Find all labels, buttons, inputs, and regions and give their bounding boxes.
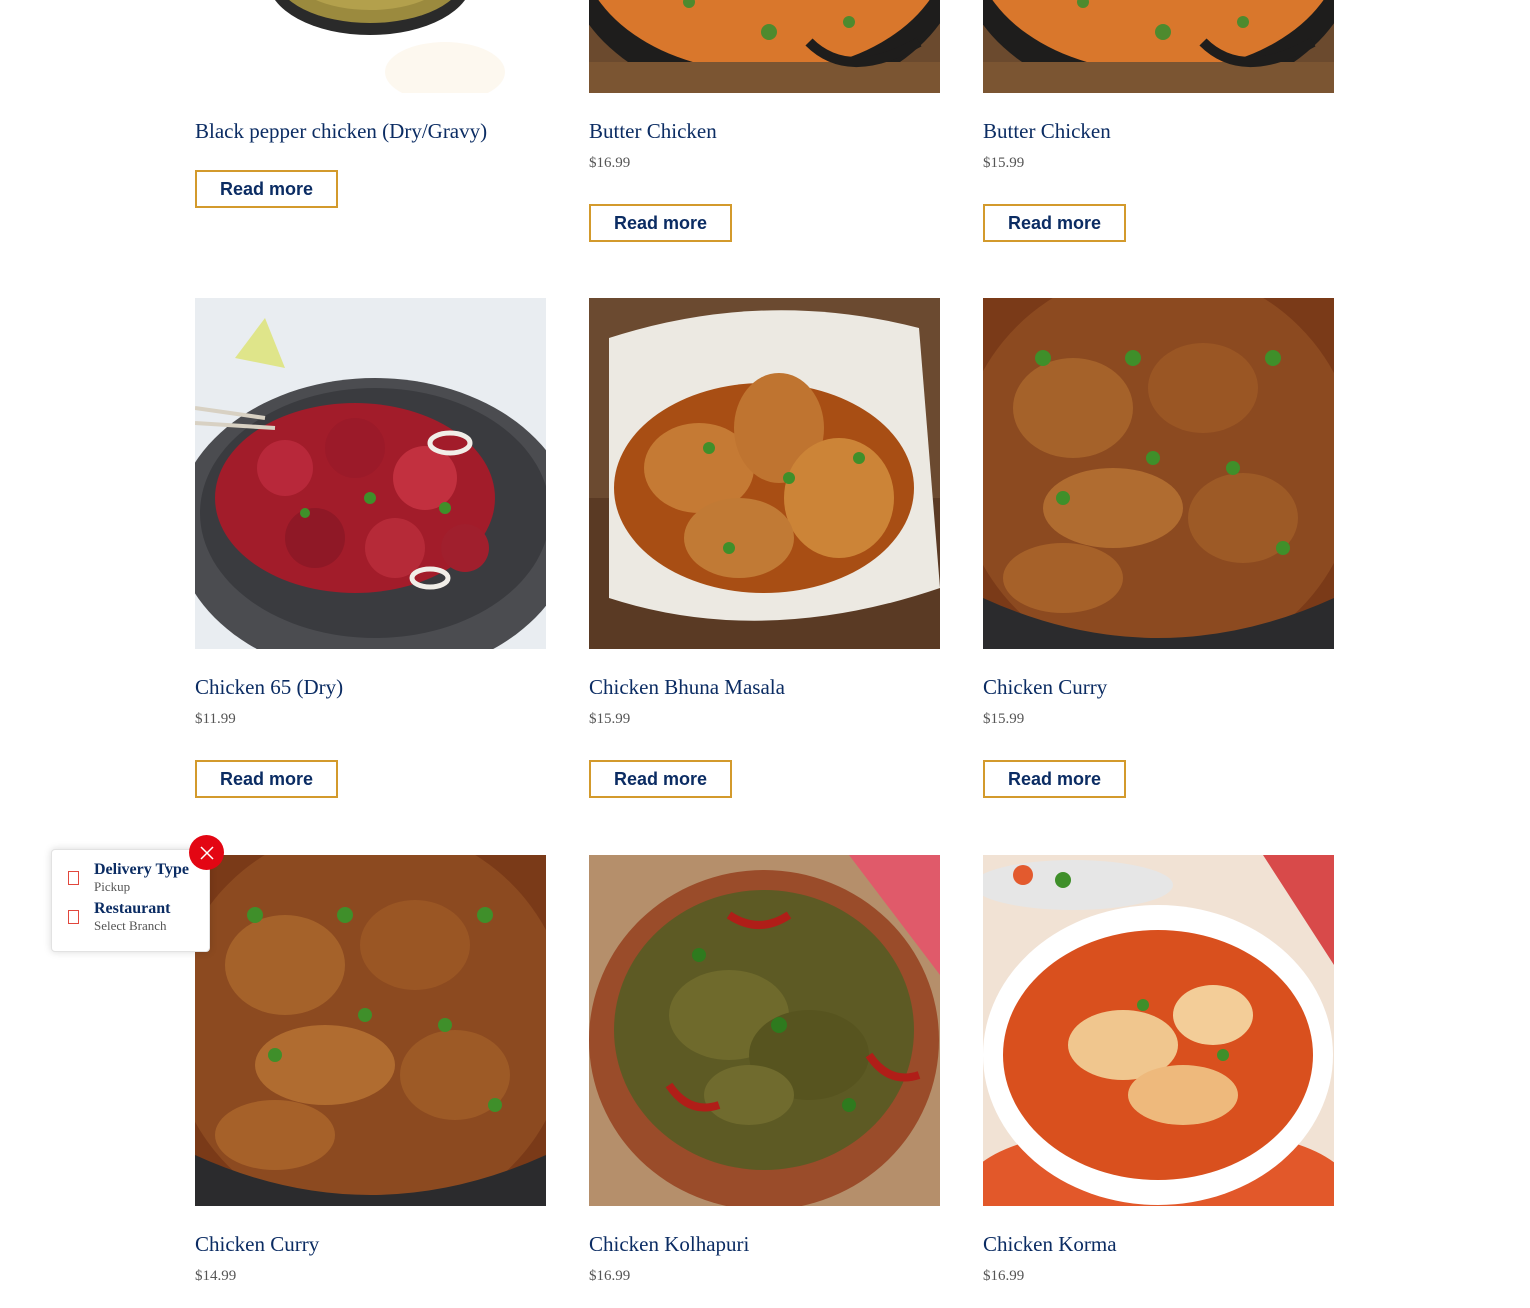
- product-title[interactable]: Butter Chicken: [983, 118, 1111, 144]
- product-price: $15.99: [983, 711, 1025, 727]
- product-title[interactable]: Chicken Curry: [983, 674, 1107, 700]
- product-price: $16.99: [589, 155, 631, 171]
- delivery-type-value: Pickup: [94, 879, 131, 894]
- product-price: $16.99: [589, 1268, 631, 1284]
- product-title[interactable]: Butter Chicken: [589, 118, 717, 144]
- product-title[interactable]: Chicken 65 (Dry): [195, 674, 343, 700]
- product-title[interactable]: Chicken Korma: [983, 1231, 1117, 1257]
- product-price: $16.99: [983, 1268, 1025, 1284]
- read-more-button[interactable]: Read more: [195, 170, 338, 208]
- product-image[interactable]: [983, 0, 1334, 93]
- outline-box-icon: [68, 910, 79, 924]
- restaurant-label: Restaurant: [94, 900, 171, 917]
- product-title[interactable]: Black pepper chicken (Dry/Gravy): [195, 118, 487, 144]
- product-price: $15.99: [983, 155, 1025, 171]
- read-more-button[interactable]: Read more: [195, 760, 338, 798]
- read-more-button[interactable]: Read more: [589, 204, 732, 242]
- product-title[interactable]: Chicken Kolhapuri: [589, 1231, 749, 1257]
- close-icon: [199, 845, 214, 860]
- read-more-button[interactable]: Read more: [983, 204, 1126, 242]
- delivery-widget[interactable]: Delivery Type Pickup Restaurant Select B…: [51, 849, 210, 952]
- product-image[interactable]: [195, 298, 546, 649]
- read-more-button[interactable]: Read more: [983, 760, 1126, 798]
- product-price: $15.99: [589, 711, 631, 727]
- product-price: $14.99: [195, 1268, 237, 1284]
- product-price: $11.99: [195, 711, 236, 727]
- close-widget-button[interactable]: [189, 835, 224, 870]
- restaurant-row[interactable]: Restaurant Select Branch: [68, 900, 170, 934]
- product-image[interactable]: [589, 855, 940, 1206]
- delivery-type-row[interactable]: Delivery Type Pickup: [68, 861, 189, 895]
- product-image[interactable]: [195, 855, 546, 1206]
- product-image[interactable]: [589, 298, 940, 649]
- delivery-type-label: Delivery Type: [94, 861, 189, 878]
- product-image[interactable]: [589, 0, 940, 93]
- product-image[interactable]: [983, 298, 1334, 649]
- product-title[interactable]: Chicken Curry: [195, 1231, 319, 1257]
- product-title[interactable]: Chicken Bhuna Masala: [589, 674, 785, 700]
- outline-box-icon: [68, 871, 79, 885]
- read-more-button[interactable]: Read more: [589, 760, 732, 798]
- restaurant-value: Select Branch: [94, 918, 167, 933]
- product-image[interactable]: [983, 855, 1334, 1206]
- product-image[interactable]: [195, 0, 546, 93]
